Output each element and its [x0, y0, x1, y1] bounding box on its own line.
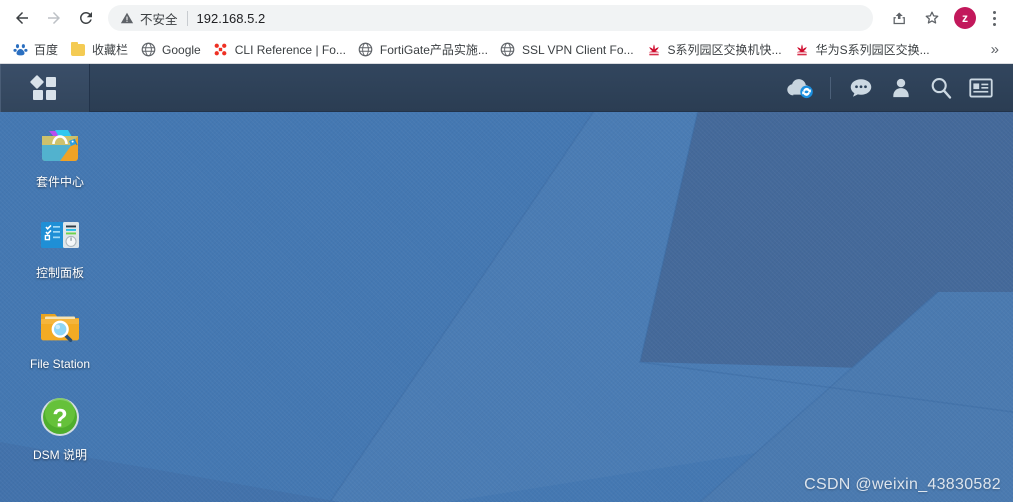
- cloud-sync-icon: [787, 78, 813, 98]
- widget-icon: [969, 78, 993, 97]
- star-icon: [925, 11, 939, 24]
- user-icon: [893, 78, 909, 97]
- desktop-icon-file-station[interactable]: File Station: [22, 302, 98, 371]
- desktop-icon-label: File Station: [29, 357, 91, 371]
- bookmark-star-button[interactable]: [918, 4, 946, 32]
- bookmark-label: SSL VPN Client Fo...: [521, 42, 634, 57]
- package-center-icon: [36, 120, 84, 168]
- warning-triangle-icon: [120, 12, 134, 24]
- desktop-icon-control-panel[interactable]: 控制面板: [22, 211, 98, 280]
- bookmark-label: 收藏栏: [92, 43, 129, 57]
- dsm-header-actions: [780, 64, 1013, 112]
- grid-cell: [33, 89, 43, 100]
- reload-icon: [79, 11, 92, 24]
- control-panel-icon: [36, 211, 84, 259]
- huawei-icon: [794, 42, 810, 58]
- reload-button[interactable]: [72, 4, 100, 32]
- bookmark-label: 华为S系列园区交换...: [815, 43, 930, 57]
- bookmark-item-ssl-vpn-client[interactable]: SSL VPN Client Fo...: [494, 38, 640, 62]
- arrow-right-icon: [48, 12, 60, 24]
- dsm-desktop: 套件中心 控制面板 File Station ? DSM 说明 CSDN @we…: [0, 112, 1013, 502]
- share-button[interactable]: [884, 4, 912, 32]
- bookmark-label: S系列园区交换机快...: [667, 43, 782, 57]
- grid-cell: [29, 74, 45, 89]
- dsm-header-bar: [0, 63, 1013, 112]
- url-divider: [186, 10, 188, 26]
- folder-icon: [70, 41, 86, 58]
- browser-toolbar: 不安全 192.168.5.2 z: [0, 0, 1013, 36]
- widget-button[interactable]: [961, 64, 1001, 112]
- bookmark-item-huawei-s-series[interactable]: S系列园区交换机快...: [640, 38, 788, 62]
- notification-icon: [850, 78, 872, 97]
- desktop-icon-dsm-help[interactable]: ? DSM 说明: [22, 393, 98, 462]
- bookmarks-bar: 百度 收藏栏 Google CLI Reference | Fo... Fort…: [0, 36, 1013, 64]
- dsm-help-icon: ?: [36, 393, 84, 441]
- menu-dot: [992, 22, 996, 26]
- grid-menu-icon: [29, 74, 58, 100]
- bookmark-item-fortigate-impl[interactable]: FortiGate产品实施...: [352, 38, 494, 62]
- header-divider: [830, 76, 831, 99]
- svg-text:?: ?: [52, 405, 67, 433]
- search-button[interactable]: [921, 64, 961, 112]
- desktop-icon-list: 套件中心 控制面板 File Station ? DSM 说明: [22, 120, 98, 484]
- address-bar[interactable]: 不安全 192.168.5.2: [108, 5, 873, 31]
- grid-cell: [46, 76, 56, 87]
- grid-cell: [46, 89, 56, 100]
- notification-button[interactable]: [841, 64, 881, 112]
- bookmark-item-cli-reference[interactable]: CLI Reference | Fo...: [207, 38, 352, 62]
- bookmark-label: FortiGate产品实施...: [379, 43, 488, 57]
- bookmark-label: CLI Reference | Fo...: [234, 42, 346, 57]
- bookmark-item-google[interactable]: Google: [134, 38, 207, 62]
- bookmarks-overflow-button[interactable]: »: [983, 41, 1007, 58]
- bookmark-label: 百度: [34, 43, 59, 57]
- security-status-label: 不安全: [140, 12, 178, 27]
- desktop-icon-package-center[interactable]: 套件中心: [22, 120, 98, 189]
- arrow-left-icon: [16, 12, 28, 24]
- profile-avatar[interactable]: z: [954, 7, 976, 29]
- fortinet-icon: [213, 42, 229, 58]
- bookmark-label: Google: [162, 42, 201, 57]
- dsm-main-menu-button[interactable]: [0, 63, 90, 112]
- desktop-icon-label: 控制面板: [35, 266, 84, 280]
- desktop-wallpaper: [0, 112, 1013, 502]
- desktop-icon-label: 套件中心: [35, 175, 84, 189]
- bookmark-item-baidu[interactable]: 百度: [6, 38, 64, 62]
- baidu-paw-icon: [12, 42, 28, 58]
- forward-button[interactable]: [40, 4, 68, 32]
- user-options-button[interactable]: [881, 64, 921, 112]
- file-station-icon: [36, 302, 84, 350]
- menu-dot: [992, 10, 996, 14]
- desktop-icon-label: DSM 说明: [32, 448, 87, 462]
- back-button[interactable]: [8, 4, 36, 32]
- search-icon: [931, 77, 952, 99]
- huawei-icon: [646, 42, 662, 58]
- share-icon: [893, 11, 905, 24]
- browser-menu-button[interactable]: [983, 5, 1005, 31]
- globe-icon: [140, 42, 156, 58]
- bookmark-item-favorites-folder[interactable]: 收藏栏: [64, 38, 134, 62]
- url-text: 192.168.5.2: [196, 10, 266, 26]
- globe-icon: [358, 42, 374, 58]
- menu-dot: [992, 16, 996, 20]
- globe-icon: [500, 42, 516, 58]
- toolbar-actions: z: [881, 4, 1007, 32]
- bookmark-item-huawei-s-series-campus[interactable]: 华为S系列园区交换...: [788, 38, 936, 62]
- cloud-sync-button[interactable]: [780, 64, 820, 112]
- csdn-watermark: CSDN @weixin_43830582: [804, 476, 1001, 493]
